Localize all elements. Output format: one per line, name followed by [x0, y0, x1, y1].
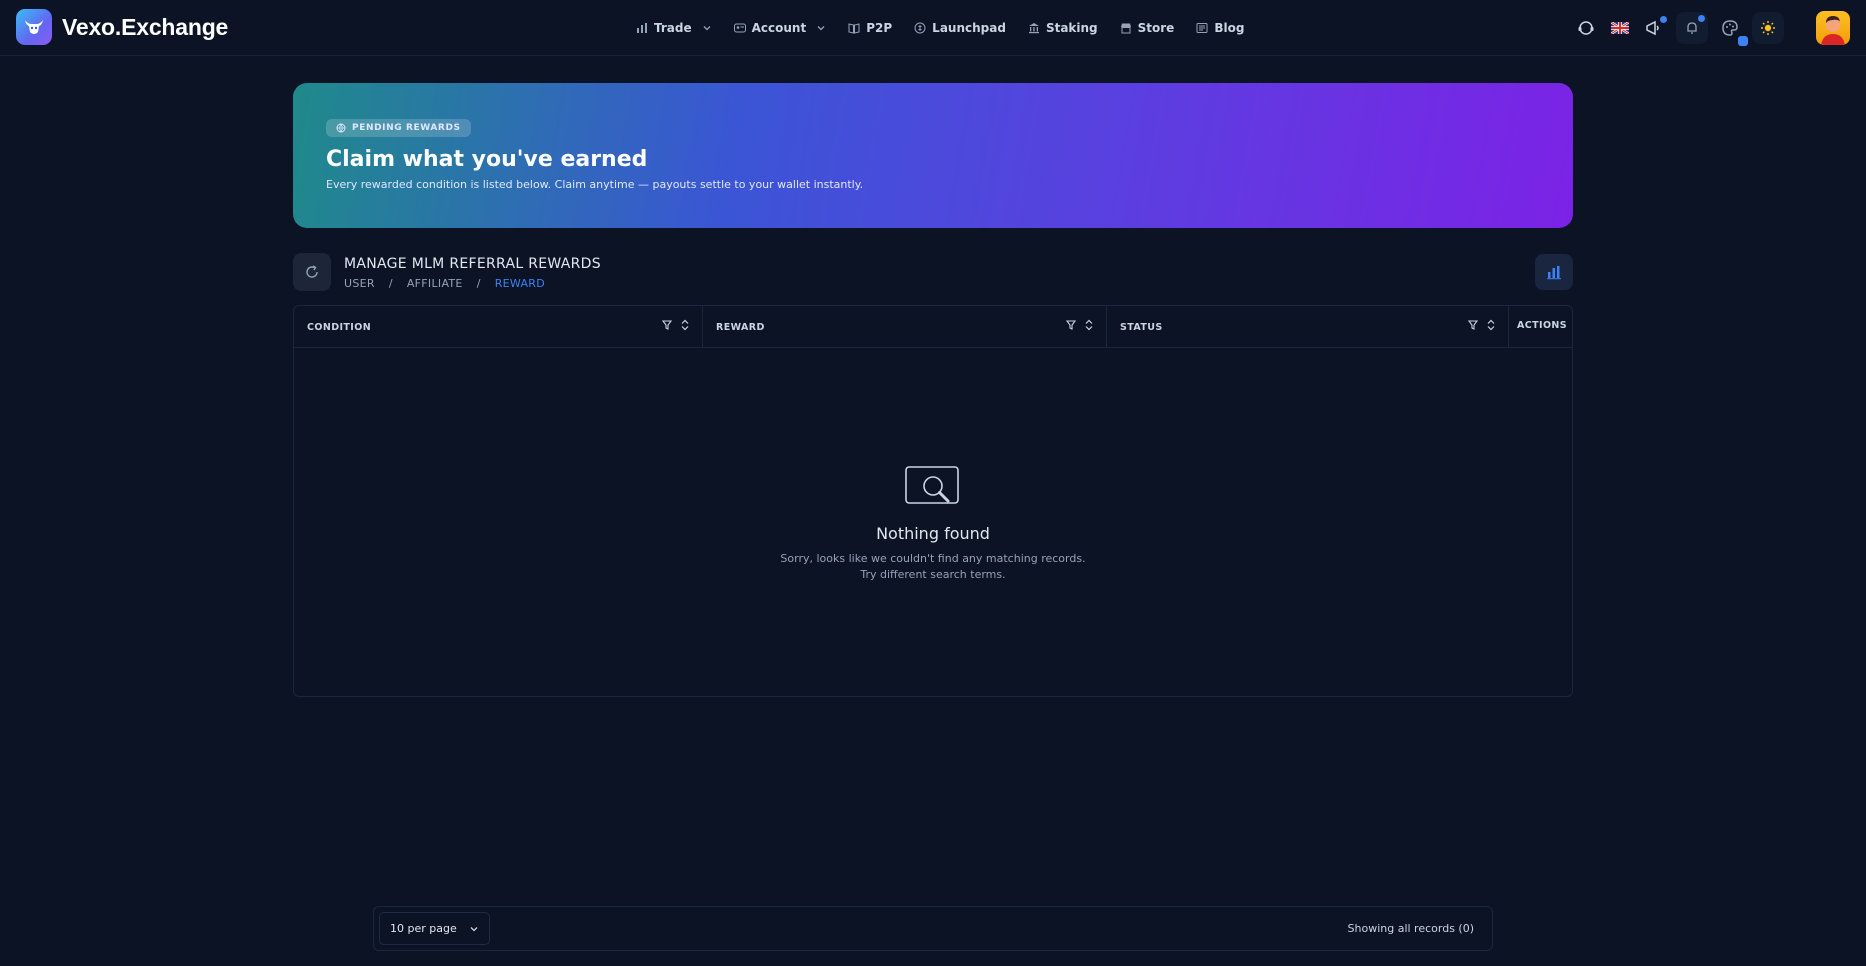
per-page-value: 10 per page [390, 922, 457, 935]
breadcrumb-reward: REWARD [494, 277, 546, 290]
header-tools [1574, 8, 1850, 48]
accent-swatch [1738, 36, 1748, 46]
empty-state-line: Try different search terms. [860, 568, 1006, 581]
empty-state-message: Sorry, looks like we couldn't find any m… [294, 551, 1572, 583]
brand-name: Vexo.Exchange [62, 13, 229, 40]
refresh-button[interactable] [293, 253, 331, 291]
per-page-select[interactable]: 10 per page [379, 912, 490, 945]
sort-icon[interactable] [680, 319, 690, 331]
breadcrumb: USER / AFFILIATE / REWARD [344, 277, 545, 290]
theme-palette-button[interactable] [1718, 16, 1748, 46]
language-button[interactable] [1608, 16, 1632, 40]
avatar-illustration-icon [1821, 16, 1845, 45]
chevron-down-icon [470, 926, 478, 931]
palette-icon [1722, 20, 1738, 36]
analytics-button[interactable] [1535, 254, 1573, 290]
bank-icon [1028, 23, 1039, 34]
empty-state-title: Nothing found [876, 524, 990, 543]
column-status[interactable]: STATUS [1107, 306, 1509, 348]
notification-dot [1698, 15, 1705, 22]
column-header-label: STATUS [1120, 321, 1163, 333]
breadcrumb-separator: / [476, 277, 481, 290]
badge-label: PENDING REWARDS [352, 123, 461, 133]
column-reward[interactable]: REWARD [703, 306, 1107, 348]
store-icon [1120, 23, 1131, 34]
nav-store-label: Store [1137, 21, 1175, 35]
filter-icon[interactable] [1066, 320, 1076, 330]
user-avatar[interactable] [1816, 11, 1850, 45]
records-count: Showing all records (0) [1347, 922, 1474, 935]
column-header-label: ACTIONS [1517, 320, 1568, 331]
nav-p2p[interactable]: P2P [848, 21, 892, 35]
pagination-bar: 10 per page Showing all records (0) [373, 906, 1493, 951]
table-header: CONDITION REWARD STATUS ACTIONS [294, 306, 1572, 348]
breadcrumb-separator: / [388, 277, 393, 290]
column-condition[interactable]: CONDITION [294, 306, 703, 348]
top-navbar: Vexo.Exchange Trade Account P2P Launchpa… [0, 0, 1866, 56]
nav-p2p-label: P2P [866, 21, 893, 35]
filter-icon[interactable] [662, 320, 672, 330]
column-header-label: CONDITION [307, 321, 372, 333]
page-title: MANAGE MLM REFERRAL REWARDS [344, 256, 601, 272]
rewards-table: CONDITION REWARD STATUS ACTIONS Nothing … [293, 305, 1573, 697]
column-header-label: REWARD [716, 321, 765, 333]
sort-icon[interactable] [1084, 319, 1094, 331]
hero-subtitle: Every rewarded condition is listed below… [326, 178, 864, 191]
announcements-button[interactable] [1642, 16, 1667, 40]
pending-rewards-badge: PENDING REWARDS [326, 119, 471, 137]
empty-state-line: Sorry, looks like we couldn't find any m… [780, 552, 1086, 565]
hero-title: Claim what you've earned [326, 147, 648, 172]
chevron-down-icon [817, 26, 825, 31]
filter-icon[interactable] [1468, 320, 1478, 330]
sort-icon[interactable] [1486, 319, 1496, 331]
bar-chart-icon [1547, 266, 1561, 280]
support-button[interactable] [1574, 16, 1598, 40]
nav-account[interactable]: Account [733, 21, 827, 35]
refresh-icon [306, 265, 318, 278]
coin-icon [914, 22, 926, 34]
chevron-down-icon [703, 26, 711, 31]
nav-staking-label: Staking [1045, 21, 1098, 35]
newspaper-icon [1196, 23, 1208, 33]
nav-staking[interactable]: Staking [1028, 21, 1098, 35]
nav-store[interactable]: Store [1120, 21, 1175, 35]
bull-logo-icon [16, 9, 52, 45]
search-empty-icon [905, 466, 959, 504]
breadcrumb-affiliate[interactable]: AFFILIATE [407, 277, 463, 290]
nav-trade-label: Trade [654, 21, 692, 35]
breadcrumb-user[interactable]: USER [344, 277, 375, 290]
nav-launchpad[interactable]: Launchpad [914, 21, 1006, 35]
user-card-icon [733, 23, 746, 33]
nav-blog-label: Blog [1214, 21, 1245, 35]
notification-dot [1660, 16, 1667, 23]
nav-account-label: Account [751, 21, 807, 35]
theme-toggle-button[interactable] [1752, 12, 1784, 44]
bar-chart-icon [637, 23, 647, 33]
column-actions: ACTIONS [1509, 306, 1572, 348]
nav-blog[interactable]: Blog [1196, 21, 1244, 35]
bell-icon [1687, 22, 1697, 34]
book-icon [848, 23, 860, 34]
nav-trade[interactable]: Trade [636, 21, 712, 35]
sun-icon [1761, 21, 1775, 35]
empty-state: Nothing found Sorry, looks like we could… [294, 466, 1572, 583]
nav-launchpad-label: Launchpad [932, 21, 1006, 35]
headset-icon [1578, 21, 1594, 35]
uk-flag-icon [1611, 22, 1629, 34]
globe-icon [336, 123, 346, 133]
pending-rewards-hero: PENDING REWARDS Claim what you've earned… [293, 83, 1573, 228]
main-nav: Trade Account P2P Launchpad Staking Stor… [636, 0, 1244, 56]
notifications-button[interactable] [1676, 12, 1708, 44]
brand-logo[interactable]: Vexo.Exchange [16, 9, 228, 45]
